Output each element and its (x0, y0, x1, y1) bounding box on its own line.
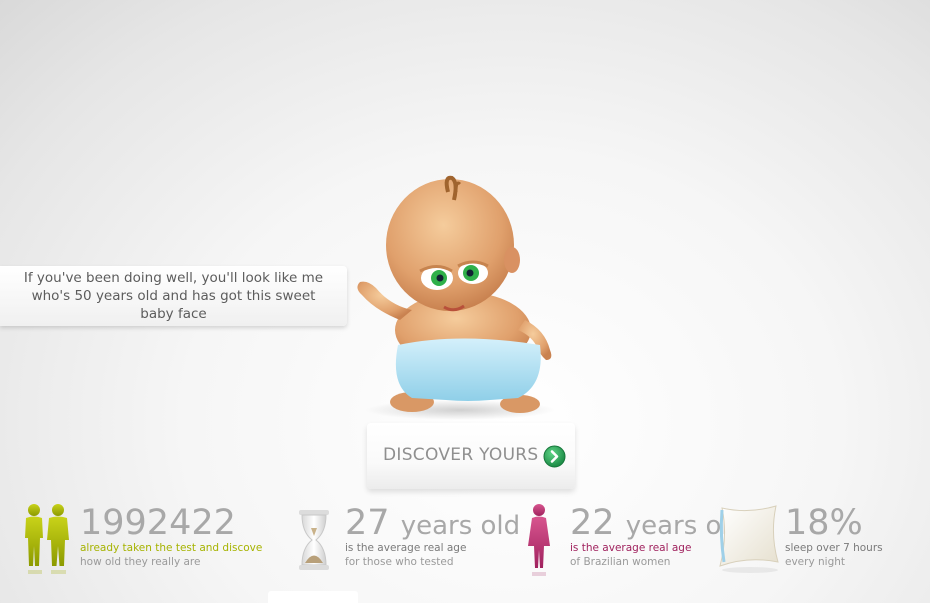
pillow-icon (719, 505, 779, 573)
baby-illustration (357, 175, 555, 420)
stat-women-age: 22 years old is the average real age of … (570, 503, 730, 583)
stat-average-age-line1: is the average real age (345, 542, 467, 554)
hourglass-icon (299, 510, 329, 570)
stat-tests-line2: how old they really are (80, 556, 201, 568)
stat-tests-line1: already taken the test and discovered (80, 542, 262, 554)
stat-average-age-unit: years old (400, 511, 521, 541)
stat-average-age: 27 years old is the average real age for… (345, 503, 525, 583)
arrow-right-circle-icon (543, 445, 566, 468)
stat-average-age-line2: for those who tested (345, 556, 454, 568)
stat-sleep-number: 18% (785, 503, 863, 543)
stat-women-age-line1: is the average real age (570, 542, 692, 554)
discover-yours-label: DISCOVER YOURS (383, 445, 539, 465)
stat-tests-taken: 1992422 already taken the test and disco… (80, 503, 262, 583)
woman-icon (528, 504, 550, 576)
stat-sleep-line1: sleep over 7 hours (785, 542, 883, 554)
stat-women-age-number: 22 (570, 503, 615, 543)
stat-sleep-line2: every night (785, 556, 846, 568)
people-icon (25, 504, 69, 574)
intro-caption-text: If you've been doing well, you'll look l… (23, 270, 324, 322)
stat-average-age-number: 27 (345, 503, 390, 543)
intro-caption-box: If you've been doing well, you'll look l… (0, 266, 347, 326)
discover-yours-button[interactable]: DISCOVER YOURS (367, 423, 575, 489)
stat-women-age-line2: of Brazilian women (570, 556, 671, 568)
stat-sleep: 18% sleep over 7 hours every night (785, 503, 925, 583)
stat-tests-number: 1992422 (80, 503, 236, 543)
bottom-panel-tab[interactable] (268, 591, 358, 603)
